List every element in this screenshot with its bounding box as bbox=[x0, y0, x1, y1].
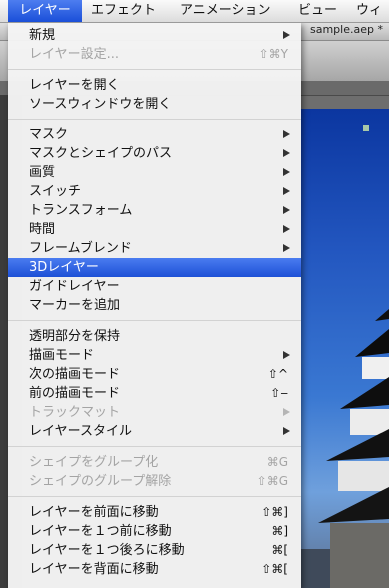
menu-item-label: 時間 bbox=[29, 222, 56, 237]
menu-item-label: レイヤーを開く bbox=[29, 78, 120, 93]
menu-item-guide-layer[interactable]: ガイドレイヤー bbox=[8, 277, 301, 296]
menubar: レイヤー エフェクト アニメーション ビュー ウィ bbox=[0, 0, 389, 23]
menu-separator bbox=[8, 446, 301, 447]
menu-item-label: レイヤー設定... bbox=[29, 47, 120, 62]
menu-item-quality[interactable]: 画質 bbox=[8, 163, 301, 182]
submenu-arrow-icon bbox=[283, 427, 290, 435]
menubar-window[interactable]: ウィ bbox=[356, 0, 382, 22]
menu-separator bbox=[8, 320, 301, 321]
menu-item-bring-forward[interactable]: レイヤーを１つ前に移動 ⌘] bbox=[8, 522, 301, 541]
submenu-arrow-icon bbox=[283, 149, 290, 157]
menu-item-shortcut: ⌘[ bbox=[271, 543, 288, 557]
submenu-arrow-icon bbox=[283, 187, 290, 195]
menu-item-preserve-transparency[interactable]: 透明部分を保持 bbox=[8, 327, 301, 346]
menu-item-mask-shape-path[interactable]: マスクとシェイプのパス bbox=[8, 144, 301, 163]
submenu-arrow-icon bbox=[283, 168, 290, 176]
menu-item-label: 3Dレイヤー bbox=[29, 260, 99, 275]
menu-item-label: 前の描画モード bbox=[29, 386, 121, 401]
layer-menu-dropdown: 新規 レイヤー設定... ⇧⌘Y レイヤーを開く ソースウィンドウを開く マスク… bbox=[8, 22, 301, 588]
menu-item-new[interactable]: 新規 bbox=[8, 26, 301, 45]
menu-item-shortcut: ⇧‒ bbox=[270, 386, 288, 400]
menu-item-layer-styles[interactable]: レイヤースタイル bbox=[8, 422, 301, 441]
menu-item-label: レイヤースタイル bbox=[29, 424, 132, 439]
castle-image bbox=[300, 309, 389, 588]
document-title: sample.aep * bbox=[310, 23, 383, 36]
menu-item-shortcut: ⌘] bbox=[271, 524, 288, 538]
menu-item-shortcut: ⇧^ bbox=[267, 367, 288, 381]
composition-viewer[interactable] bbox=[300, 109, 389, 588]
menu-item-blending-mode[interactable]: 描画モード bbox=[8, 346, 301, 365]
menu-item-mask[interactable]: マスク bbox=[8, 125, 301, 144]
menu-item-label: レイヤーを前面に移動 bbox=[29, 505, 159, 520]
menu-item-label: マーカーを追加 bbox=[29, 298, 121, 313]
menubar-layer[interactable]: レイヤー bbox=[8, 0, 82, 22]
menu-item-shortcut: ⇧⌘Y bbox=[258, 47, 288, 61]
menu-item-3d-layer[interactable]: 3Dレイヤー bbox=[8, 258, 301, 277]
menu-item-track-matte: トラックマット bbox=[8, 403, 301, 422]
submenu-arrow-icon bbox=[283, 408, 290, 416]
submenu-arrow-icon bbox=[283, 130, 290, 138]
menu-item-bring-to-front[interactable]: レイヤーを前面に移動 ⇧⌘] bbox=[8, 503, 301, 522]
menu-separator bbox=[8, 119, 301, 120]
menu-item-shortcut: ⇧⌘] bbox=[261, 505, 288, 519]
submenu-arrow-icon bbox=[283, 244, 290, 252]
menubar-view[interactable]: ビュー bbox=[298, 0, 337, 22]
menu-item-label: シェイプをグループ化 bbox=[29, 455, 159, 470]
menu-item-layer-settings: レイヤー設定... ⇧⌘Y bbox=[8, 45, 301, 64]
menu-item-label: トラックマット bbox=[29, 405, 121, 420]
submenu-arrow-icon bbox=[283, 206, 290, 214]
menu-item-ungroup-shapes: シェイプのグループ解除 ⇧⌘G bbox=[8, 472, 301, 491]
menu-item-add-marker[interactable]: マーカーを追加 bbox=[8, 296, 301, 315]
menu-item-shortcut: ⌘G bbox=[266, 455, 288, 469]
menu-item-group-shapes: シェイプをグループ化 ⌘G bbox=[8, 453, 301, 472]
menu-item-label: シェイプのグループ解除 bbox=[29, 474, 172, 489]
menu-item-label: マスク bbox=[29, 127, 69, 142]
menu-item-shortcut: ⇧⌘G bbox=[256, 474, 288, 488]
menu-item-transform[interactable]: トランスフォーム bbox=[8, 201, 301, 220]
menu-item-open-layer[interactable]: レイヤーを開く bbox=[8, 76, 301, 95]
menu-item-previous-blending-mode[interactable]: 前の描画モード ⇧‒ bbox=[8, 384, 301, 403]
menu-separator bbox=[8, 69, 301, 70]
menubar-effect[interactable]: エフェクト bbox=[91, 0, 156, 22]
menu-item-label: 次の描画モード bbox=[29, 367, 121, 382]
menu-item-label: レイヤーを背面に移動 bbox=[29, 562, 159, 577]
menu-item-label: レイヤーを１つ後ろに移動 bbox=[29, 543, 185, 558]
menu-item-send-backward[interactable]: レイヤーを１つ後ろに移動 ⌘[ bbox=[8, 541, 301, 560]
menu-item-label: ソースウィンドウを開く bbox=[29, 97, 172, 112]
menu-item-label: 画質 bbox=[29, 165, 56, 180]
submenu-arrow-icon bbox=[283, 31, 290, 39]
viewer-resize-handle[interactable] bbox=[363, 125, 369, 131]
menu-item-label: トランスフォーム bbox=[29, 203, 133, 218]
menu-item-label: 描画モード bbox=[29, 348, 95, 363]
menu-item-label: レイヤーを１つ前に移動 bbox=[29, 524, 172, 539]
menu-item-switches[interactable]: スイッチ bbox=[8, 182, 301, 201]
menu-item-label: フレームブレンド bbox=[29, 241, 132, 256]
submenu-arrow-icon bbox=[283, 225, 290, 233]
menu-item-frame-blend[interactable]: フレームブレンド bbox=[8, 239, 301, 258]
menu-item-label: 新規 bbox=[29, 28, 56, 43]
submenu-arrow-icon bbox=[283, 351, 290, 359]
menu-item-label: マスクとシェイプのパス bbox=[29, 146, 173, 161]
menubar-animation[interactable]: アニメーション bbox=[180, 0, 270, 22]
menu-item-send-to-back[interactable]: レイヤーを背面に移動 ⇧⌘[ bbox=[8, 560, 301, 579]
menu-item-label: スイッチ bbox=[29, 184, 82, 199]
menu-item-label: ガイドレイヤー bbox=[29, 279, 120, 294]
menu-item-time[interactable]: 時間 bbox=[8, 220, 301, 239]
menu-separator bbox=[8, 496, 301, 497]
menu-item-shortcut: ⇧⌘[ bbox=[261, 562, 288, 576]
menu-item-label: 透明部分を保持 bbox=[29, 329, 121, 344]
menu-item-next-blending-mode[interactable]: 次の描画モード ⇧^ bbox=[8, 365, 301, 384]
menu-item-open-source-window[interactable]: ソースウィンドウを開く bbox=[8, 95, 301, 114]
